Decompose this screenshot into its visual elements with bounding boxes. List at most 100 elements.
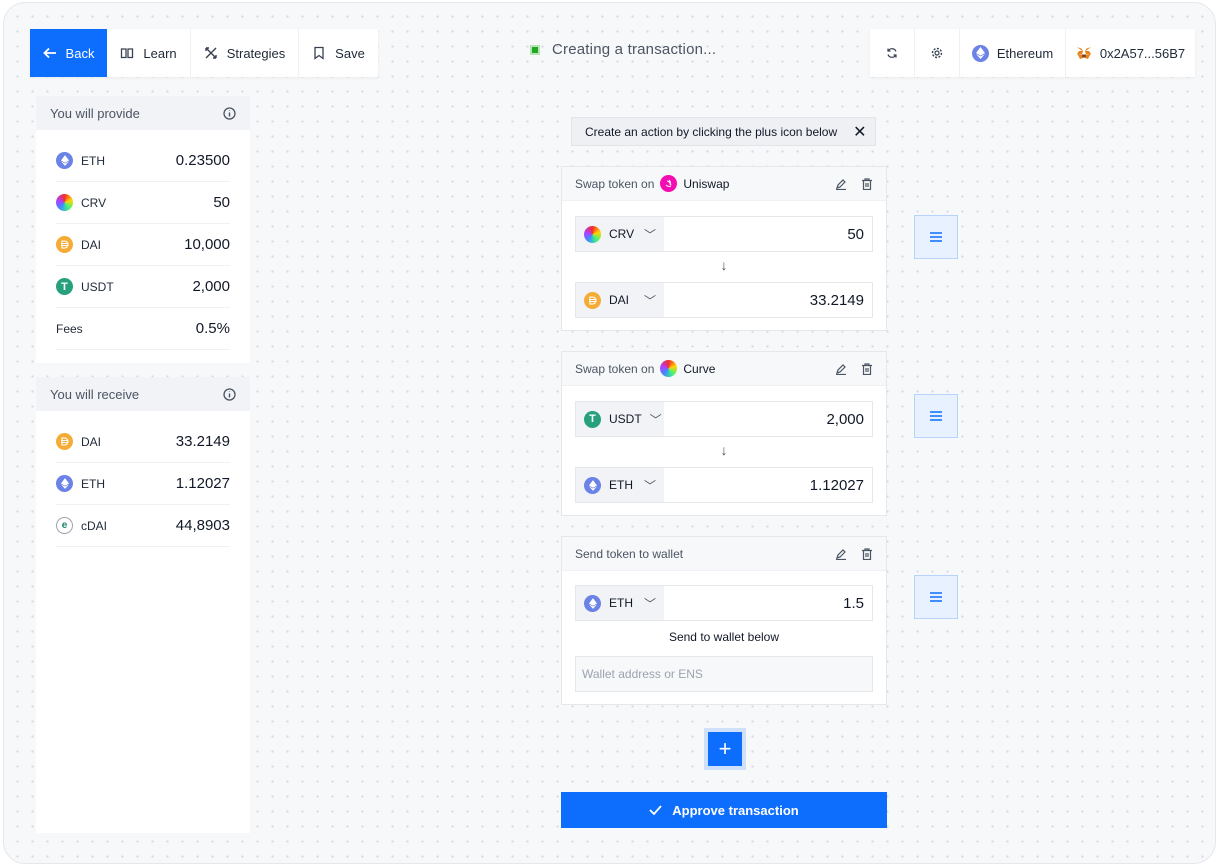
receive-panel: You will receive DAI 33.2149 ETH 1.12027…: [36, 377, 250, 833]
action-title: Send token to wallet: [575, 546, 684, 561]
protocol-name: Curve: [683, 361, 716, 376]
wallet-button[interactable]: 0x2A57...56B7: [1066, 29, 1195, 77]
chevron-down-icon: ﹀: [643, 478, 656, 493]
send-token-select[interactable]: ETH ﹀: [576, 586, 664, 620]
strategy-icon: [205, 47, 217, 59]
transaction-status: Creating a transaction...: [530, 41, 716, 58]
provide-row-fees: Fees 0.5%: [56, 308, 230, 350]
action-card-header: Swap token on Uniswap: [562, 167, 886, 201]
receive-row-dai: DAI 33.2149: [56, 421, 230, 463]
action-card-header: Send token to wallet: [562, 537, 886, 571]
metamask-fox-icon: [1076, 47, 1091, 59]
to-token-symbol: DAI: [609, 293, 630, 307]
menu-icon: [930, 232, 942, 242]
from-token-select[interactable]: CRV ﹀: [576, 217, 664, 251]
to-token-select[interactable]: DAI ﹀: [576, 283, 664, 317]
learn-label: Learn: [143, 45, 177, 61]
receive-panel-title: You will receive: [50, 386, 140, 402]
token-amount: 10,000: [184, 236, 230, 253]
ethereum-icon: [584, 476, 601, 494]
info-icon[interactable]: [223, 106, 236, 120]
fees-label: Fees: [56, 321, 83, 336]
from-token-symbol: USDT: [609, 412, 642, 426]
trash-icon[interactable]: [861, 177, 873, 190]
edit-icon[interactable]: [835, 548, 847, 560]
ethereum-icon: [56, 475, 73, 492]
from-amount-input[interactable]: 50: [664, 217, 872, 251]
trash-icon[interactable]: [861, 547, 873, 560]
drag-handle[interactable]: [914, 394, 958, 438]
dai-icon: [56, 236, 73, 253]
approve-transaction-button[interactable]: Approve transaction: [561, 792, 887, 828]
to-token-select[interactable]: ETH ﹀: [576, 468, 664, 502]
token-name: DAI: [81, 434, 102, 449]
token-amount: 50: [213, 194, 230, 211]
network-name: Ethereum: [996, 45, 1054, 61]
action-card-send: Send token to wallet ETH ﹀ 1.5 Send to w…: [561, 536, 887, 705]
token-name: cDAI: [81, 518, 108, 533]
cdai-icon: e: [56, 517, 73, 534]
hint-text: Create an action by clicking the plus ic…: [585, 124, 838, 139]
provide-row-dai: DAI 10,000: [56, 224, 230, 266]
close-icon[interactable]: ✕: [853, 122, 866, 142]
trash-icon[interactable]: [861, 362, 873, 375]
learn-button[interactable]: Learn: [107, 29, 191, 77]
from-token-row: T USDT ﹀ 2,000: [575, 401, 873, 437]
strategies-label: Strategies: [226, 45, 286, 61]
from-token-row: CRV ﹀ 50: [575, 216, 873, 252]
dai-icon: [584, 291, 601, 309]
tether-icon: T: [584, 410, 601, 428]
tether-icon: T: [56, 278, 73, 295]
to-amount-input[interactable]: 1.12027: [664, 468, 872, 502]
ethereum-icon: [971, 44, 989, 62]
from-token-select[interactable]: T USDT ﹀: [576, 402, 664, 436]
edit-icon[interactable]: [835, 178, 847, 190]
ethereum-icon: [584, 594, 601, 612]
app-frame: Back Learn Strategies Save Creating a tr…: [3, 2, 1216, 864]
send-to-wallet-label: Send to wallet below: [668, 630, 780, 644]
action-title: Swap token on: [575, 176, 655, 191]
refresh-icon: [887, 48, 897, 58]
approve-label: Approve transaction: [672, 802, 799, 818]
chevron-down-icon: ﹀: [643, 596, 656, 611]
from-amount-input[interactable]: 2,000: [664, 402, 872, 436]
save-button[interactable]: Save: [299, 29, 378, 77]
token-name: ETH: [81, 153, 105, 168]
uniswap-icon: [660, 175, 678, 192]
menu-icon: [930, 411, 942, 421]
wallet-address-input[interactable]: [575, 656, 873, 692]
hint-banner: Create an action by clicking the plus ic…: [571, 117, 876, 146]
receive-row-cdai: e cDAI 44,8903: [56, 505, 230, 547]
action-card-header: Swap token on Curve: [562, 352, 886, 386]
drag-handle[interactable]: [914, 215, 958, 259]
back-button[interactable]: Back: [30, 29, 107, 77]
send-token-row: ETH ﹀ 1.5: [575, 585, 873, 621]
send-amount-input[interactable]: 1.5: [664, 586, 872, 620]
strategies-button[interactable]: Strategies: [191, 29, 299, 77]
gear-icon: [931, 47, 943, 59]
to-amount-input[interactable]: 33.2149: [664, 283, 872, 317]
wallet-address: 0x2A57...56B7: [1099, 45, 1186, 61]
book-icon: [121, 48, 134, 59]
curve-icon: [584, 225, 601, 243]
to-token-symbol: ETH: [609, 478, 633, 492]
token-amount: 44,8903: [175, 517, 230, 534]
to-token-row: DAI ﹀ 33.2149: [575, 282, 873, 318]
edit-icon[interactable]: [835, 363, 847, 375]
curve-icon: [56, 194, 73, 211]
main-toolbar: Back Learn Strategies Save: [30, 29, 378, 77]
check-icon: [649, 805, 662, 815]
add-action-button[interactable]: +: [708, 732, 742, 766]
network-selector[interactable]: Ethereum: [960, 29, 1066, 77]
arrow-down-icon: ↓: [720, 257, 728, 273]
info-icon[interactable]: [223, 387, 236, 401]
curve-icon: [660, 360, 678, 377]
drag-handle[interactable]: [914, 575, 958, 619]
network-toolbar: Ethereum 0x2A57...56B7: [870, 29, 1195, 77]
provide-panel-title: You will provide: [50, 105, 140, 121]
status-indicator-icon: [530, 44, 540, 55]
refresh-button[interactable]: [870, 29, 915, 77]
provide-row-usdt: T USDT 2,000: [56, 266, 230, 308]
token-name: ETH: [81, 476, 105, 491]
settings-button[interactable]: [915, 29, 960, 77]
